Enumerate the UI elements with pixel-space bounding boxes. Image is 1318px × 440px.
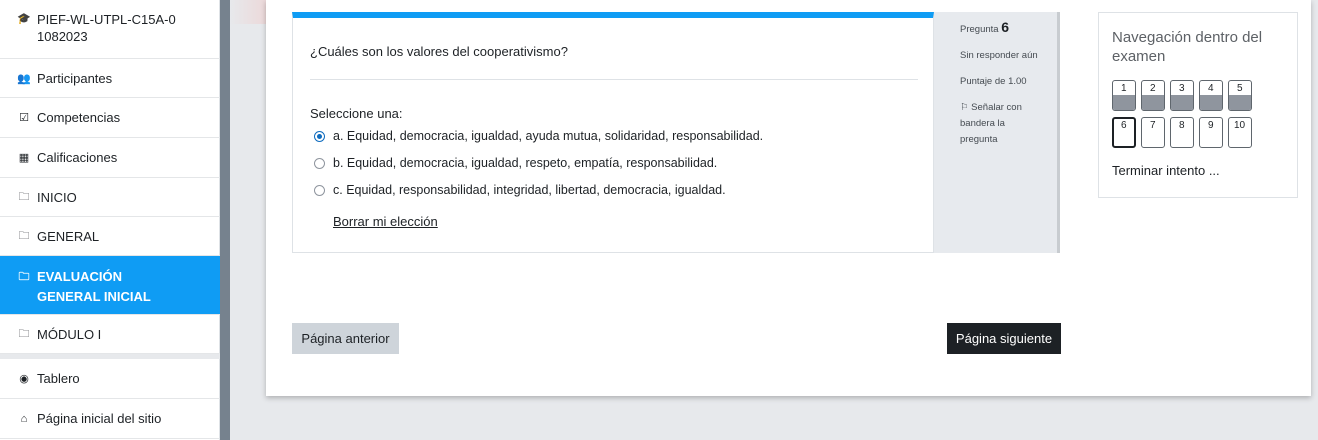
home-icon: ⌂ (20, 412, 28, 425)
finish-attempt-link[interactable]: Terminar intento ... (1112, 163, 1220, 178)
question-info: Pregunta 6 Sin responder aún Puntaje de … (934, 12, 1060, 253)
sidebar-item-label: INICIO (37, 189, 77, 205)
question-text: ¿Cuáles son los valores del cooperativis… (310, 44, 568, 59)
sidebar-item-competencies[interactable]: ☑ Competencias (0, 98, 220, 138)
sidebar-item-grades[interactable]: ▦ Calificaciones (0, 138, 220, 178)
radio-unselected[interactable] (314, 184, 325, 196)
answer-option-label: a. Equidad, democracia, igualdad, ayuda … (333, 129, 764, 143)
sidebar-item-participants[interactable]: 👥 Participantes (0, 59, 220, 98)
sidebar-item-modulo-i[interactable]: 🗀 MÓDULO I (0, 315, 220, 354)
sidebar-item-course[interactable]: 🎓 PIEF-WL-UTPL-C15A-01082023 (0, 0, 220, 59)
sidebar-item-site-home[interactable]: ⌂ Página inicial del sitio (0, 399, 220, 439)
quiz-nav-button-3[interactable]: 3 (1170, 80, 1194, 111)
flag-question-link[interactable]: ⚐ Señalar con bandera la pregunta (960, 100, 1045, 148)
sidebar-item-label: MÓDULO I (37, 326, 102, 342)
radio-unselected[interactable] (314, 157, 325, 169)
course-index-sidebar: 🎓 PIEF-WL-UTPL-C15A-01082023 👥 Participa… (0, 0, 220, 440)
table-icon: ▦ (18, 152, 30, 164)
quiz-nav-button-7[interactable]: 7 (1141, 117, 1165, 148)
next-page-button[interactable]: Página siguiente (947, 323, 1061, 354)
previous-page-button[interactable]: Página anterior (292, 323, 399, 354)
sidebar-item-label: Tablero (37, 371, 80, 386)
question-status: Sin responder aún (960, 50, 1038, 61)
flag-question-label: Señalar con bandera la pregunta (960, 102, 1022, 145)
answered-indicator (1113, 95, 1135, 110)
quiz-nav-button-4[interactable]: 4 (1199, 80, 1223, 111)
answer-option-label: b. Equidad, democracia, igualdad, respet… (333, 156, 718, 170)
answered-indicator (1200, 95, 1222, 110)
quiz-nav-number: 3 (1179, 83, 1185, 94)
quiz-nav-number: 6 (1121, 120, 1127, 131)
quiz-nav-number: 5 (1237, 83, 1243, 94)
quiz-nav-button-8[interactable]: 8 (1170, 117, 1194, 148)
sidebar-item-label: EVALUACIÓN GENERAL INICIAL (37, 269, 151, 304)
answered-indicator (1171, 95, 1193, 110)
question-number-value: 6 (1001, 19, 1009, 35)
quiz-navigation-block: Navegación dentro del examen 1 2 3 4 5 6… (1098, 12, 1298, 198)
question-score: Puntaje de 1.00 (960, 76, 1027, 87)
checkbox-icon: ☑ (19, 112, 29, 124)
users-icon: 👥 (17, 72, 31, 85)
quiz-navigation-title: Navegación dentro del examen (1112, 29, 1263, 65)
sidebar-item-inicio[interactable]: 🗀 INICIO (0, 178, 220, 217)
question-divider (310, 79, 918, 80)
quiz-nav-number: 10 (1234, 120, 1246, 131)
question-content: ¿Cuáles son los valores del cooperativis… (292, 12, 934, 253)
answer-prompt: Seleccione una: (310, 106, 403, 121)
radio-selected[interactable] (314, 130, 325, 142)
quiz-nav-button-5[interactable]: 5 (1228, 80, 1252, 111)
answer-option-c[interactable]: c. Equidad, responsabilidad, integridad,… (314, 183, 726, 197)
dashboard-icon: ◉ (19, 373, 29, 385)
quiz-nav-number: 2 (1150, 83, 1156, 94)
sidebar-item-dashboard[interactable]: ◉ Tablero (0, 359, 220, 399)
answered-indicator (1229, 95, 1251, 110)
quiz-nav-button-2[interactable]: 2 (1141, 80, 1165, 111)
folder-icon: 🗀 (18, 190, 30, 203)
quiz-nav-number: 4 (1208, 83, 1214, 94)
folder-icon: 🗀 (18, 271, 30, 283)
folder-icon: 🗀 (18, 229, 30, 242)
quiz-nav-button-10[interactable]: 10 (1228, 117, 1252, 148)
sidebar-drawer-edge (220, 0, 230, 440)
folder-icon: 🗀 (18, 327, 30, 340)
answer-option-b[interactable]: b. Equidad, democracia, igualdad, respet… (314, 156, 717, 170)
quiz-nav-button-1[interactable]: 1 (1112, 80, 1136, 111)
sidebar-item-label: Página inicial del sitio (37, 411, 162, 426)
flag-icon: ⚐ (960, 102, 969, 113)
sidebar-item-label: GENERAL (37, 228, 100, 244)
sidebar-item-label: Participantes (37, 70, 113, 86)
quiz-nav-number: 8 (1179, 120, 1185, 131)
quiz-nav-number: 9 (1208, 120, 1214, 131)
background-decoration (230, 0, 266, 24)
sidebar-item-general[interactable]: 🗀 GENERAL (0, 217, 220, 256)
sidebar-item-label: Calificaciones (37, 150, 118, 165)
answer-option-label: c. Equidad, responsabilidad, integridad,… (333, 183, 726, 197)
answer-option-a[interactable]: a. Equidad, democracia, igualdad, ayuda … (314, 129, 763, 143)
quiz-nav-number: 7 (1150, 120, 1156, 131)
answered-indicator (1142, 95, 1164, 110)
sidebar-item-evaluacion[interactable]: 🗀 EVALUACIÓN GENERAL INICIAL (0, 256, 220, 315)
graduation-cap-icon: 🎓 (17, 13, 31, 25)
question-number-label: Pregunta (960, 24, 999, 35)
question-number: Pregunta 6 (960, 20, 1045, 37)
quiz-nav-number: 1 (1121, 83, 1127, 94)
quiz-nav-button-6[interactable]: 6 (1112, 117, 1136, 148)
sidebar-item-label: PIEF-WL-UTPL-C15A-01082023 (37, 12, 176, 44)
sidebar-item-label: Competencias (37, 110, 121, 125)
quiz-nav-button-9[interactable]: 9 (1199, 117, 1223, 148)
clear-choice-link[interactable]: Borrar mi elección (333, 214, 438, 229)
